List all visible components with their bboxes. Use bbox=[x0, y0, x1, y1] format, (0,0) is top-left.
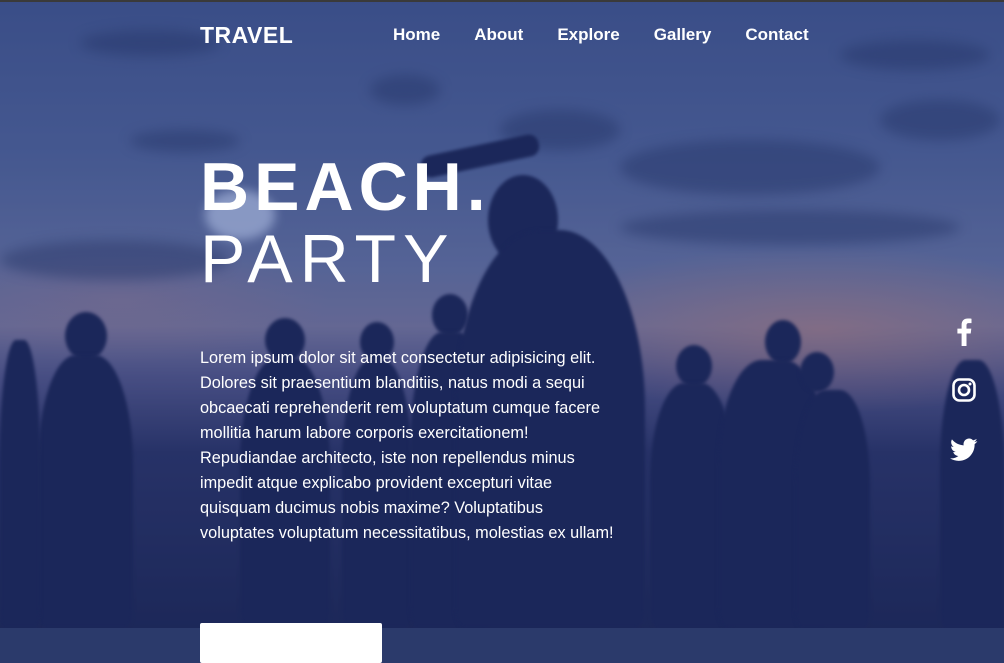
nav-link-home[interactable]: Home bbox=[393, 25, 440, 45]
site-logo[interactable]: TRAVEL bbox=[200, 22, 293, 49]
hero-title-line-1: BEACH. bbox=[200, 149, 491, 225]
nav-link-about[interactable]: About bbox=[474, 25, 523, 45]
nav-link-gallery[interactable]: Gallery bbox=[654, 25, 712, 45]
instagram-link[interactable] bbox=[944, 378, 984, 414]
instagram-icon bbox=[952, 378, 976, 402]
hero-cta-button[interactable] bbox=[200, 623, 382, 663]
hero-title-line-2: PARTY bbox=[200, 221, 456, 297]
facebook-link[interactable] bbox=[944, 318, 984, 354]
window-top-border bbox=[0, 0, 1004, 2]
hero-title: BEACH. PARTY bbox=[200, 152, 491, 294]
hero-description: Lorem ipsum dolor sit amet consectetur a… bbox=[200, 349, 614, 542]
nav-link-contact[interactable]: Contact bbox=[745, 25, 808, 45]
twitter-link[interactable] bbox=[944, 438, 984, 474]
facebook-icon bbox=[957, 318, 972, 346]
nav-link-explore[interactable]: Explore bbox=[557, 25, 619, 45]
twitter-icon bbox=[950, 438, 978, 461]
social-links bbox=[944, 318, 984, 498]
main-navigation: Home About Explore Gallery Contact bbox=[393, 25, 809, 45]
